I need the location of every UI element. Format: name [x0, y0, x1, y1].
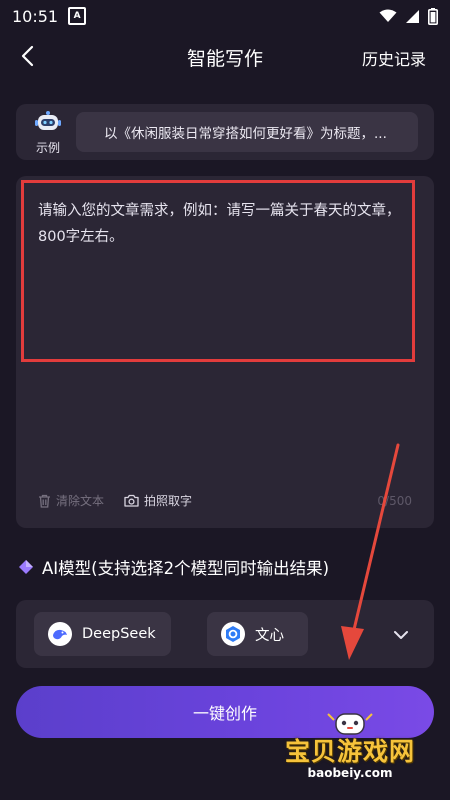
model-chip-wenxin[interactable]: 文心 — [207, 612, 308, 656]
example-prompt[interactable]: 以《休闲服装日常穿搭如何更好看》为标题，... — [76, 112, 418, 152]
status-left: 10:51 A — [12, 6, 87, 26]
example-badge-label: 示例 — [35, 141, 60, 155]
example-badge: 示例 — [30, 111, 66, 156]
history-button[interactable]: 历史记录 — [362, 46, 426, 70]
trash-icon — [39, 494, 50, 508]
diamond-icon — [19, 560, 33, 574]
article-requirement-input[interactable] — [38, 198, 414, 348]
model-chip-deepseek[interactable]: DeepSeek — [34, 612, 171, 656]
clear-text-label: 清除文本 — [56, 494, 105, 508]
watermark-url: baobeiy.com — [307, 766, 393, 780]
camera-icon — [124, 494, 139, 507]
status-right — [379, 7, 438, 25]
photo-ocr-label: 拍照取字 — [144, 494, 193, 508]
wenxin-logo-icon — [221, 622, 245, 646]
model-label-wenxin: 文心 — [255, 627, 284, 644]
model-section-title: AI模型(支持选择2个模型同时输出结果) — [42, 559, 330, 578]
clear-text-button[interactable]: 清除文本 — [38, 492, 104, 509]
watermark-title: 宝贝游戏网 — [284, 737, 415, 766]
signal-icon — [406, 9, 419, 23]
status-bar: 10:51 A — [0, 0, 450, 32]
nav-bar: 智能写作 历史记录 — [0, 32, 450, 80]
wifi-icon — [379, 9, 397, 22]
site-watermark: 宝贝游戏网 baobeiy.com — [270, 708, 430, 790]
deepseek-logo-icon — [48, 622, 72, 646]
photo-ocr-button[interactable]: 拍照取字 — [124, 492, 192, 509]
model-selection-card: DeepSeek 文心 — [16, 600, 434, 668]
robot-icon — [35, 111, 61, 130]
battery-icon — [428, 7, 438, 25]
model-label-deepseek: DeepSeek — [82, 626, 156, 642]
char-count: 0/500 — [377, 494, 412, 508]
editor-card: 清除文本 拍照取字 0/500 — [16, 176, 434, 528]
status-time: 10:51 — [12, 6, 59, 26]
chevron-down-icon — [394, 631, 408, 639]
notification-a-icon: A — [68, 7, 87, 25]
example-card: 示例 以《休闲服装日常穿搭如何更好看》为标题，... — [16, 104, 434, 160]
editor-tools: 清除文本 拍照取字 — [38, 492, 192, 509]
model-section-heading: AI模型(支持选择2个模型同时输出结果) — [18, 555, 329, 579]
expand-models-button[interactable] — [386, 620, 416, 650]
